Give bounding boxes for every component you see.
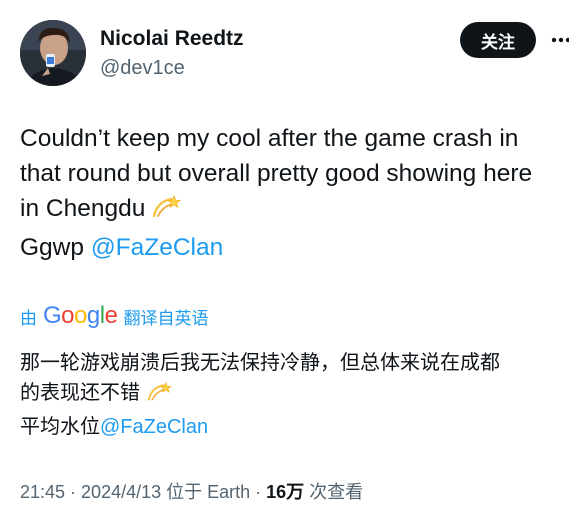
translate-prefix: 由 <box>20 308 37 328</box>
tweet-meta: 21:45 · 2024/4/13 位于 Earth · 16万 次查看 <box>20 478 363 504</box>
tweet-text-line: Couldn’t keep my cool after the game cra… <box>20 125 519 152</box>
tweet-date[interactable]: 2024/4/13 <box>81 482 161 502</box>
meta-separator: · <box>65 482 82 502</box>
translated-tweet-body: 那一轮游戏崩溃后我无法保持冷静，但总体来说在成都 的表现还不错 平均水位@FaZ… <box>20 348 565 442</box>
tweet-header: Nicolai Reedtz @dev1ce 关注 <box>20 20 569 90</box>
translate-suffix: 翻译自英语 <box>123 308 209 328</box>
tweet-text-segment: in Chengdu <box>20 195 146 222</box>
translated-text-line: 那一轮游戏崩溃后我无法保持冷静，但总体来说在成都 <box>20 352 500 374</box>
tweet-text-line: that round but overall pretty good showi… <box>20 160 533 187</box>
avatar-image <box>20 20 86 86</box>
translated-text-segment: 平均水位 <box>20 416 100 438</box>
more-horizontal-icon[interactable] <box>551 30 569 50</box>
translated-by-google-link[interactable]: 由 Google 翻译自英语 <box>20 302 208 330</box>
google-logo: Google <box>43 302 118 329</box>
translated-text-line: 平均水位@FaZeClan <box>20 412 565 442</box>
follow-button[interactable]: 关注 <box>460 22 536 58</box>
translated-text-segment: 的表现还不错 <box>20 382 140 404</box>
views-label[interactable]: 次查看 <box>304 482 363 502</box>
tweet-body: Couldn’t keep my cool after the game cra… <box>20 121 565 265</box>
dizzy-icon <box>146 381 172 412</box>
tweet-text-line: Ggwp @FaZeClan <box>20 230 565 265</box>
dizzy-icon <box>151 194 182 230</box>
tweet-time[interactable]: 21:45 <box>20 482 65 502</box>
tweet-text-segment: Ggwp <box>20 234 91 261</box>
meta-separator: · <box>250 482 267 502</box>
mention-link[interactable]: @FaZeClan <box>100 416 208 438</box>
views-count[interactable]: 16万 <box>266 482 304 502</box>
user-display-name[interactable]: Nicolai Reedtz <box>100 27 244 51</box>
avatar[interactable] <box>20 20 86 86</box>
user-handle[interactable]: @dev1ce <box>100 57 185 80</box>
tweet-text-line: in Chengdu <box>20 191 565 230</box>
tweet-location: 位于 Earth <box>161 482 251 502</box>
translated-text-line: 的表现还不错 <box>20 378 565 412</box>
mention-link[interactable]: @FaZeClan <box>91 234 223 261</box>
